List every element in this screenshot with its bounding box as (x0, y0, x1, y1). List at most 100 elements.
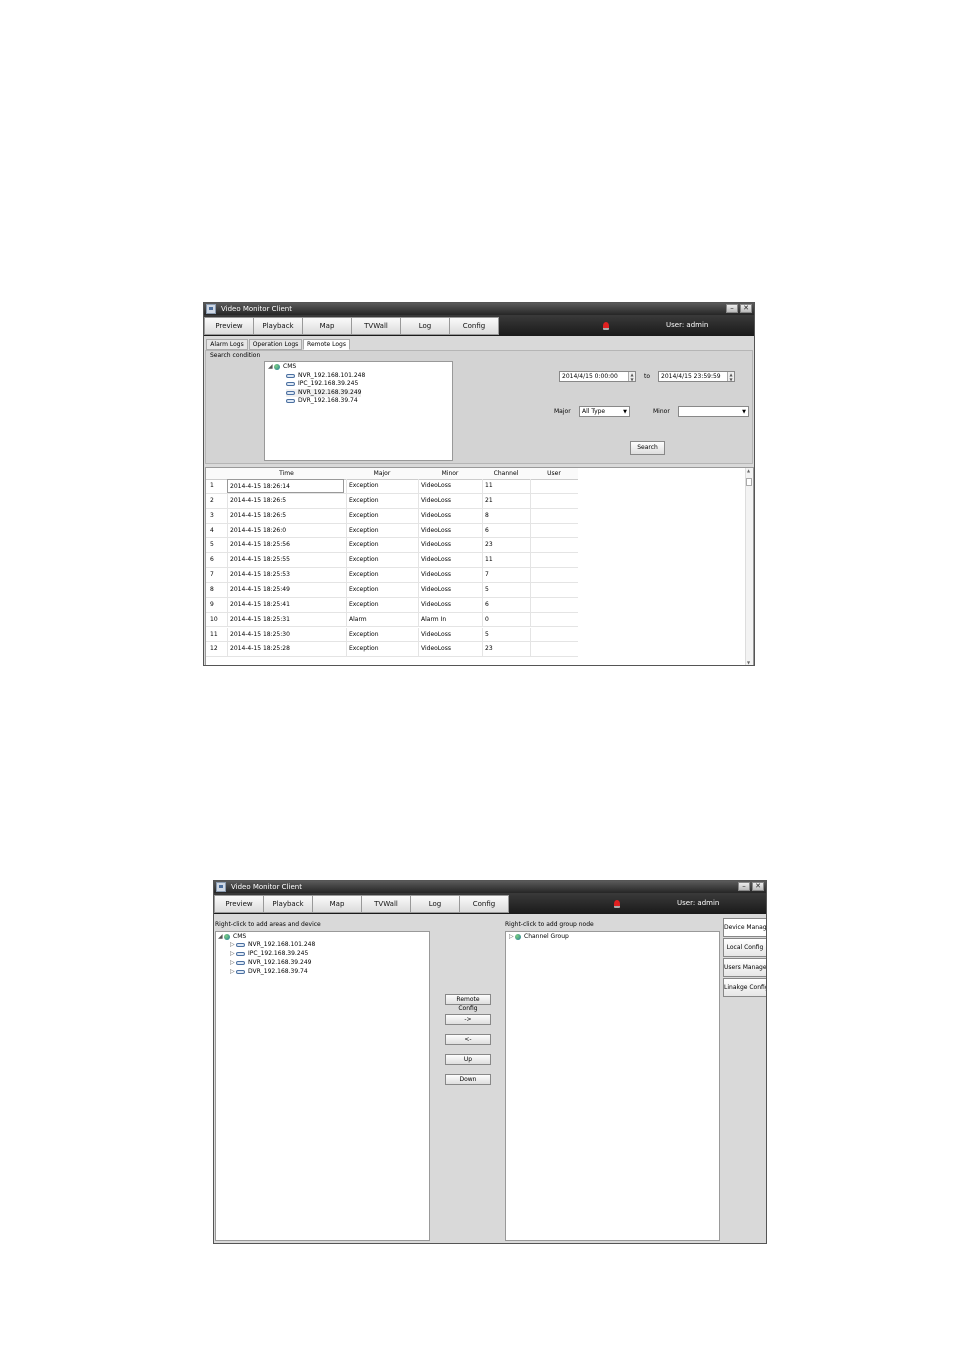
end-time-input[interactable]: 2014/4/15 23:59:59 ▲ ▼ (658, 371, 735, 382)
channel-cell: 8 (482, 508, 531, 523)
user-cell (530, 553, 579, 568)
minor-cell: VideoLoss (418, 582, 483, 597)
tree-root[interactable]: ◢ CMS (218, 933, 246, 941)
device-manage-button[interactable]: Device Manage (723, 918, 766, 937)
major-cell: Exception (346, 553, 419, 568)
channel-cell: 5 (482, 627, 531, 642)
table-row[interactable]: 3 2014-4-15 18:26:5 Exception VideoLoss 8 (206, 508, 578, 524)
column-header-time[interactable]: Time (227, 470, 346, 477)
table-row[interactable]: 4 2014-4-15 18:26:0 Exception VideoLoss 6 (206, 523, 578, 539)
tab-playback[interactable]: Playback (253, 317, 303, 335)
alarm-icon[interactable] (614, 900, 620, 908)
group-tree: ▷ Channel Group (505, 931, 720, 1241)
move-right-button[interactable]: -> (445, 1014, 491, 1025)
subtab-operation-logs[interactable]: Operation Logs (249, 339, 302, 350)
tree-item-device[interactable]: ▷ IPC_192.168.39.245 (230, 950, 308, 958)
tree-item-device[interactable]: ▷ NVR_192.168.39.249 (230, 959, 311, 967)
column-header-user[interactable]: User (530, 470, 578, 477)
globe-icon (274, 363, 280, 370)
minor-cell: VideoLoss (418, 553, 483, 568)
minor-select[interactable]: ▼ (678, 406, 749, 417)
table-row[interactable]: 12 2014-4-15 18:25:28 Exception VideoLoss 23 (206, 642, 578, 658)
group-root-label: Channel Group (524, 933, 569, 940)
tree-item-device[interactable]: ▷ NVR_192.168.101.248 (230, 941, 315, 949)
user-cell (530, 582, 579, 597)
major-label: Major (554, 408, 571, 415)
alarm-icon[interactable] (603, 322, 609, 330)
major-select[interactable]: All Type ▼ (579, 406, 630, 417)
column-header-minor[interactable]: Minor (418, 470, 482, 477)
local-config-button[interactable]: Local Config (723, 938, 766, 957)
scrollbar-thumb[interactable] (746, 478, 752, 486)
spin-icon[interactable]: ▲ ▼ (727, 372, 734, 382)
move-left-button[interactable]: <- (445, 1034, 491, 1045)
table-row[interactable]: 6 2014-4-15 18:25:55 Exception VideoLoss 11 (206, 553, 579, 569)
table-row[interactable]: 1 2014-4-15 18:26:14 Exception VideoLoss 11 (206, 479, 578, 494)
linkage-config-button[interactable]: Linakge Config (723, 978, 766, 997)
tree-item-device[interactable]: NVR_192.168.39.249 (286, 389, 362, 397)
device-icon (286, 373, 295, 378)
major-cell: Exception (346, 523, 419, 538)
column-header-channel[interactable]: Channel (482, 470, 530, 477)
tree-item-device[interactable]: DVR_192.168.39.74 (286, 397, 358, 405)
close-button[interactable]: ✕ (740, 304, 752, 313)
tree-root[interactable]: ▷ Channel Group (509, 933, 569, 941)
window-title: Video Monitor Client (231, 883, 302, 891)
column-header-major[interactable]: Major (346, 470, 418, 477)
table-row[interactable]: 2 2014-4-15 18:26:5 Exception VideoLoss 21 (206, 493, 578, 509)
table-row[interactable]: 7 2014-4-15 18:25:53 Exception VideoLoss 7 (206, 568, 578, 583)
channel-cell: 11 (482, 553, 531, 568)
tree-root[interactable]: ◢ CMS (268, 363, 296, 371)
table-row[interactable]: 5 2014-4-15 18:25:56 Exception VideoLoss 23 (206, 538, 578, 554)
tab-tvwall[interactable]: TVWall (361, 895, 411, 913)
time-cell: 2014-4-15 18:25:41 (227, 597, 347, 612)
vertical-scrollbar[interactable]: ▲ ▼ (745, 468, 753, 665)
remote-config-button[interactable]: Remote Config (445, 994, 491, 1012)
tree-item-device[interactable]: ▷ DVR_192.168.39.74 (230, 968, 308, 976)
scroll-up-icon[interactable]: ▲ (747, 468, 750, 473)
table-row[interactable]: 9 2014-4-15 18:25:41 Exception VideoLoss 6 (206, 597, 578, 613)
tree-item-device[interactable]: IPC_192.168.39.245 (286, 380, 358, 388)
tab-map[interactable]: Map (312, 895, 362, 913)
down-button[interactable]: Down (445, 1074, 491, 1085)
table-row[interactable]: 11 2014-4-15 18:25:30 Exception VideoLoss 5 (206, 627, 578, 643)
tab-log[interactable]: Log (410, 895, 460, 913)
table-row[interactable]: 10 2014-4-15 18:25:31 Alarm Alarm In 0 (206, 612, 578, 628)
subtab-alarm-logs[interactable]: Alarm Logs (206, 339, 248, 350)
table-row[interactable]: 8 2014-4-15 18:25:49 Exception VideoLoss 5 (206, 582, 579, 598)
minimize-button[interactable]: – (726, 304, 738, 313)
tree-item-device[interactable]: NVR_192.168.101.248 (286, 372, 365, 380)
device-icon (286, 381, 295, 386)
subtab-remote-logs[interactable]: Remote Logs (303, 339, 350, 350)
users-manage-button[interactable]: Users Manage (723, 958, 766, 977)
tab-config[interactable]: Config (459, 895, 509, 913)
start-time-value: 2014/4/15 0:00:00 (562, 373, 618, 380)
tab-preview[interactable]: Preview (214, 895, 264, 913)
minor-label: Minor (653, 408, 670, 415)
channel-cell: 5 (482, 582, 531, 597)
row-number-cell: 11 (210, 630, 218, 638)
spin-icon[interactable]: ▲ ▼ (628, 372, 635, 382)
major-cell: Exception (346, 597, 419, 612)
close-button[interactable]: ✕ (752, 882, 764, 891)
start-time-input[interactable]: 2014/4/15 0:00:00 ▲ ▼ (559, 371, 636, 382)
time-cell: 2014-4-15 18:25:30 (227, 627, 347, 642)
user-cell (530, 479, 579, 493)
minor-cell: VideoLoss (418, 493, 483, 508)
up-button[interactable]: Up (445, 1054, 491, 1065)
tab-playback[interactable]: Playback (263, 895, 313, 913)
minimize-button[interactable]: – (738, 882, 750, 891)
tab-map[interactable]: Map (302, 317, 352, 335)
search-button[interactable]: Search (630, 441, 665, 455)
major-cell: Exception (346, 582, 419, 597)
tab-config[interactable]: Config (449, 317, 499, 335)
tab-tvwall[interactable]: TVWall (351, 317, 401, 335)
tab-log[interactable]: Log (400, 317, 450, 335)
scroll-down-icon[interactable]: ▼ (747, 660, 750, 665)
tab-preview[interactable]: Preview (204, 317, 254, 335)
major-cell: Exception (346, 508, 419, 523)
globe-icon (515, 933, 521, 940)
row-number-cell: 8 (210, 585, 214, 593)
time-cell: 2014-4-15 18:25:56 (227, 538, 347, 553)
minor-cell: Alarm In (418, 612, 483, 627)
